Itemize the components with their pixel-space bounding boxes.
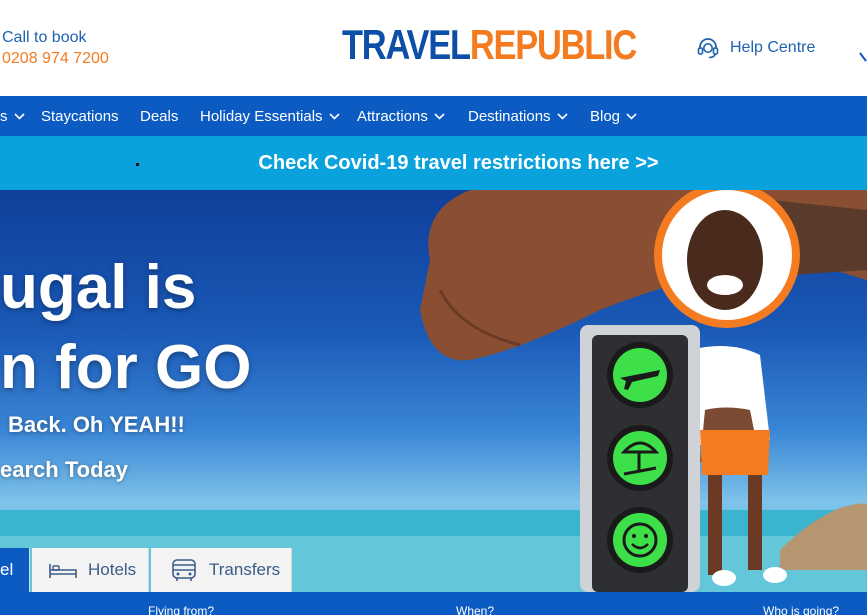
person-shoe-left	[712, 570, 736, 586]
person-leg-right	[748, 475, 762, 570]
tab-transfers[interactable]: Transfers	[151, 548, 292, 592]
person-shorts	[700, 430, 770, 475]
nav-item-label: Destinations	[468, 107, 551, 125]
chevron-down-icon	[13, 112, 25, 120]
flying-from-field[interactable]: Flying from?	[148, 604, 214, 615]
main-nav: s Staycations Deals Holiday Essentials A…	[0, 96, 867, 136]
tab-flights-hotel[interactable]: el	[0, 548, 30, 592]
hero-banner[interactable]: ugal is n for GO Back. Oh YEAH!! earch T…	[0, 190, 867, 592]
nav-item-label: s	[0, 107, 8, 125]
call-label: Call to book	[2, 29, 87, 46]
nav-item-label: Holiday Essentials	[200, 107, 323, 125]
hero-subline1: Back. Oh YEAH!!	[8, 412, 185, 437]
search-tabs: el Hotels Transfers	[0, 548, 292, 592]
tab-label: el	[0, 560, 14, 579]
who-is-going-field[interactable]: Who is going?	[763, 604, 839, 615]
nav-item-blog[interactable]: Blog	[590, 96, 637, 136]
tab-label: Transfers	[209, 560, 281, 579]
nav-item-staycations[interactable]: Staycations	[41, 96, 119, 136]
chevron-down-icon	[626, 112, 637, 120]
site-header: Call to book 0208 974 7200 TRAVEL REPUBLI…	[0, 0, 867, 96]
covid-banner: Check Covid-19 travel restrictions here …	[0, 136, 867, 190]
phone-number-link[interactable]: 0208 974 7200	[2, 48, 109, 69]
logo-part-travel: TRAVEL	[342, 21, 471, 68]
nav-item-label: Deals	[140, 107, 179, 125]
nav-item-label: Staycations	[41, 107, 119, 125]
travel-republic-logo[interactable]: TRAVEL REPUBLIC	[342, 21, 637, 68]
logo-part-republic: REPUBLIC	[469, 21, 637, 68]
nav-item-holidays[interactable]: s	[0, 96, 25, 136]
help-centre-link[interactable]: Help Centre	[696, 36, 815, 60]
menu-edge-icon[interactable]	[858, 52, 867, 62]
hero-headline-line1: ugal is	[0, 253, 197, 322]
watch-person-smile	[707, 275, 743, 295]
person-leg-left	[708, 475, 722, 575]
search-form: Flying from? When? Who is going?	[0, 592, 867, 615]
hero-headline-line2: n for GO	[0, 333, 252, 402]
person-shoe-right	[763, 567, 787, 583]
covid-restrictions-link[interactable]: Check Covid-19 travel restrictions here …	[258, 152, 658, 175]
chevron-down-icon	[434, 112, 445, 120]
hero-subline2: earch Today	[0, 457, 128, 482]
smiley-eye-right	[644, 534, 648, 538]
when-field[interactable]: When?	[456, 604, 494, 615]
light-smile	[613, 513, 667, 567]
bus-icon	[172, 559, 196, 581]
nav-item-attractions[interactable]: Attractions	[357, 96, 445, 136]
chevron-down-icon	[328, 112, 340, 120]
nav-item-holiday-essentials[interactable]: Holiday Essentials	[200, 96, 340, 136]
nav-item-label: Attractions	[357, 107, 428, 125]
call-to-book: Call to book 0208 974 7200	[2, 27, 109, 69]
banner-dot	[136, 163, 139, 166]
headset-icon	[697, 38, 719, 59]
tab-label: Hotels	[88, 560, 137, 579]
nav-item-label: Blog	[590, 107, 621, 125]
help-centre-label: Help Centre	[730, 39, 816, 56]
tab-hotels[interactable]: Hotels	[32, 548, 149, 592]
chevron-down-icon	[556, 112, 568, 120]
nav-item-deals[interactable]: Deals	[140, 96, 178, 136]
smiley-eye-left	[632, 534, 636, 538]
nav-item-destinations[interactable]: Destinations	[468, 96, 568, 136]
bed-icon	[49, 564, 77, 578]
